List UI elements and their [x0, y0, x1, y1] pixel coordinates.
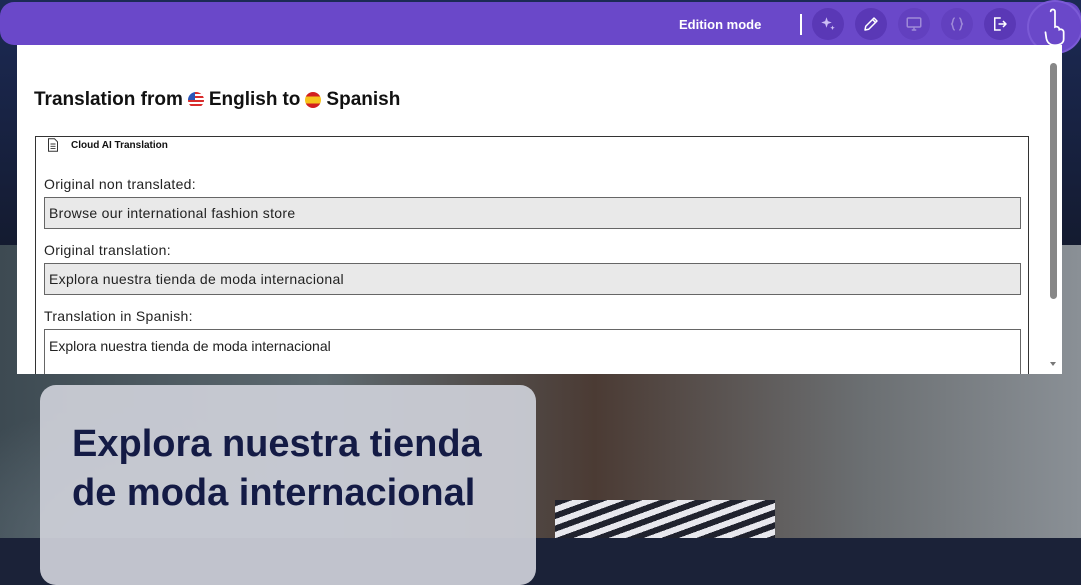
- edition-mode-label: Edition mode: [679, 17, 762, 32]
- preview-desktop-button[interactable]: [898, 8, 930, 40]
- panel-legend: Cloud AI Translation: [43, 138, 171, 152]
- hero-title[interactable]: Explora nuestra tienda de moda internaci…: [72, 420, 532, 518]
- panel-legend-text: Cloud AI Translation: [71, 139, 168, 151]
- spain-flag-icon: [305, 92, 322, 108]
- title-prefix: Translation from: [34, 89, 183, 110]
- original-translation-field: Explora nuestra tienda de moda internaci…: [44, 263, 1021, 295]
- source-language: English: [208, 89, 278, 110]
- pencil-icon: [864, 17, 878, 31]
- scrollbar-thumb[interactable]: [1050, 63, 1057, 299]
- ai-sparkle-button[interactable]: [812, 8, 844, 40]
- edition-toolbar: Edition mode: [0, 2, 1081, 45]
- edit-pencil-button[interactable]: [855, 8, 887, 40]
- spanish-translation-input[interactable]: Explora nuestra tienda de moda internaci…: [44, 329, 1021, 374]
- modal-title: Translation from English to Spanish: [34, 89, 400, 111]
- toolbar-divider: [800, 14, 802, 35]
- original-label: Original non translated:: [44, 176, 196, 192]
- modal-scrollbar[interactable]: [1048, 57, 1059, 373]
- sparkle-icon: [821, 17, 835, 30]
- monitor-icon: [906, 17, 922, 31]
- document-icon: [48, 138, 58, 152]
- us-flag-icon: [187, 92, 204, 108]
- code-braces-icon: [950, 17, 964, 31]
- exit-edition-button[interactable]: [984, 8, 1016, 40]
- logout-icon: [994, 17, 1007, 31]
- hand-pointer-icon: [1044, 8, 1065, 47]
- hero-photo-shirt: [555, 500, 775, 538]
- code-view-button[interactable]: [941, 8, 973, 40]
- original-text-field: Browse our international fashion store: [44, 197, 1021, 229]
- scroll-down-arrow-icon[interactable]: [1050, 362, 1056, 366]
- title-connector: to: [282, 89, 301, 110]
- target-language: Spanish: [326, 89, 401, 110]
- translation-modal: Translation from English to Spanish Clou…: [17, 45, 1062, 374]
- translation-label: Translation in Spanish:: [44, 308, 193, 324]
- original-translation-label: Original translation:: [44, 242, 171, 258]
